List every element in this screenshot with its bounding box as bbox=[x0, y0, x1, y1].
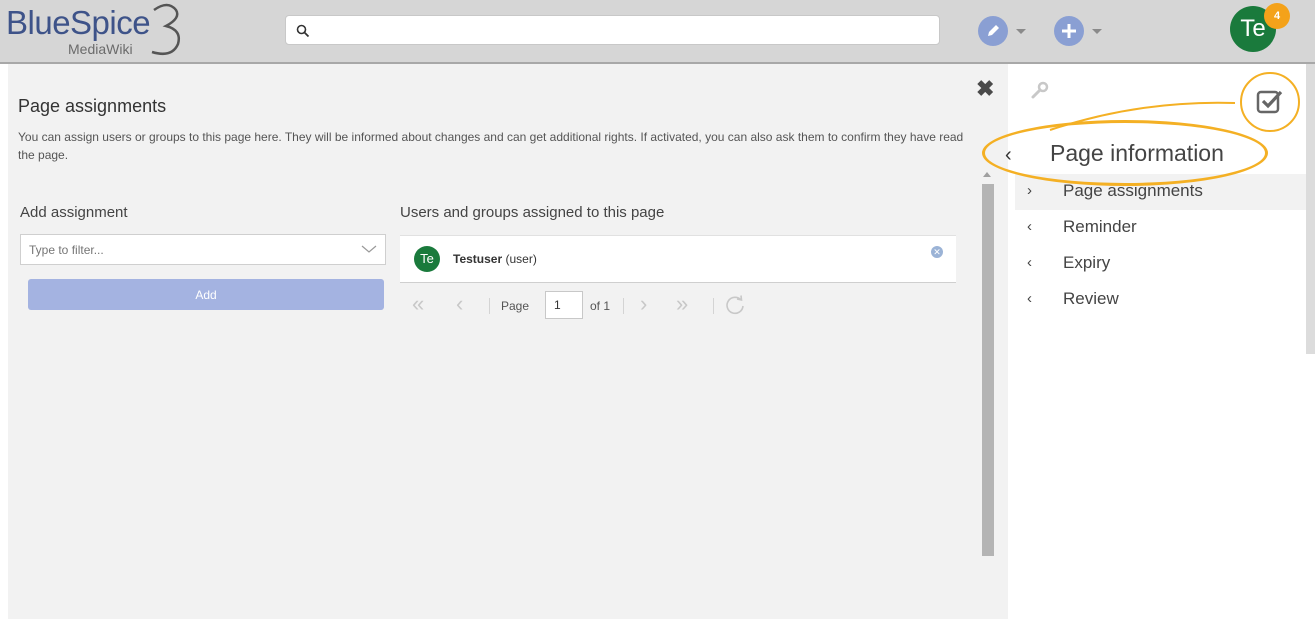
chevron-left-icon: ‹ bbox=[1027, 290, 1032, 307]
page-title: Page assignments bbox=[18, 96, 167, 116]
scrollbar-thumb[interactable] bbox=[982, 184, 994, 556]
top-bar: BlueSpice MediaWiki Te 4 bbox=[0, 0, 1315, 64]
edit-button[interactable] bbox=[978, 16, 1008, 46]
pager-divider bbox=[623, 298, 624, 314]
highlight-circle-annotation bbox=[1240, 72, 1300, 132]
next-page-icon[interactable]: › bbox=[640, 291, 647, 317]
filter-input[interactable] bbox=[21, 235, 349, 264]
search-box[interactable] bbox=[285, 15, 940, 45]
page-label: Page bbox=[501, 299, 530, 313]
remove-assignment-icon[interactable]: ✕ bbox=[931, 246, 943, 258]
edit-dropdown-caret[interactable] bbox=[1016, 29, 1026, 34]
previous-page-icon[interactable]: ‹ bbox=[456, 291, 463, 317]
assignment-filter-combobox[interactable] bbox=[20, 234, 386, 265]
pagination-toolbar: « ‹ Page of 1 › » bbox=[400, 288, 960, 322]
flyout-item-reminder[interactable]: ‹ Reminder bbox=[1015, 210, 1306, 246]
flyout-scrollbar[interactable] bbox=[1306, 64, 1315, 354]
page-description: You can assign users or groups to this p… bbox=[18, 130, 964, 162]
flyout-item-label: Expiry bbox=[1063, 253, 1111, 272]
chevron-right-icon: › bbox=[1027, 182, 1032, 199]
assigned-heading: Users and groups assigned to this page bbox=[400, 204, 665, 221]
last-page-icon[interactable]: » bbox=[676, 291, 688, 317]
logo[interactable]: BlueSpice bbox=[6, 4, 151, 42]
add-button[interactable]: Add bbox=[28, 279, 384, 310]
logo-subtitle: MediaWiki bbox=[68, 41, 133, 57]
page-number-input[interactable] bbox=[545, 291, 583, 319]
first-page-icon[interactable]: « bbox=[412, 291, 424, 317]
scroll-up-arrow-icon[interactable] bbox=[983, 172, 991, 177]
refresh-icon[interactable] bbox=[724, 294, 746, 316]
add-assignment-heading: Add assignment bbox=[20, 204, 128, 221]
create-button[interactable] bbox=[1054, 16, 1084, 46]
logo-three-icon bbox=[151, 3, 180, 55]
assignee-username: Testuser bbox=[453, 252, 503, 266]
page-total-label: of 1 bbox=[590, 299, 611, 313]
flyout-item-expiry[interactable]: ‹ Expiry bbox=[1015, 246, 1306, 282]
chevron-left-icon: ‹ bbox=[1027, 254, 1032, 271]
chevron-left-icon: ‹ bbox=[1027, 218, 1032, 235]
notification-badge[interactable]: 4 bbox=[1264, 3, 1290, 29]
highlight-swoosh-annotation bbox=[1049, 101, 1236, 131]
pager-divider bbox=[713, 298, 714, 314]
table-row[interactable]: Te Testuser (user) ✕ bbox=[400, 235, 956, 283]
chevron-down-icon[interactable] bbox=[361, 241, 377, 257]
search-icon bbox=[296, 24, 310, 38]
flyout-item-label: Review bbox=[1063, 289, 1119, 308]
assignee-type: (user) bbox=[505, 252, 537, 266]
plus-icon bbox=[1062, 24, 1076, 38]
flyout-item-review[interactable]: ‹ Review bbox=[1015, 282, 1306, 318]
avatar: Te bbox=[414, 246, 440, 272]
assignee-name: Testuser (user) bbox=[453, 252, 537, 266]
pager-divider bbox=[489, 298, 490, 314]
close-icon[interactable]: ✖ bbox=[976, 76, 994, 102]
create-dropdown-caret[interactable] bbox=[1092, 29, 1102, 34]
pencil-icon bbox=[988, 25, 999, 36]
flyout-item-label: Reminder bbox=[1063, 217, 1137, 236]
